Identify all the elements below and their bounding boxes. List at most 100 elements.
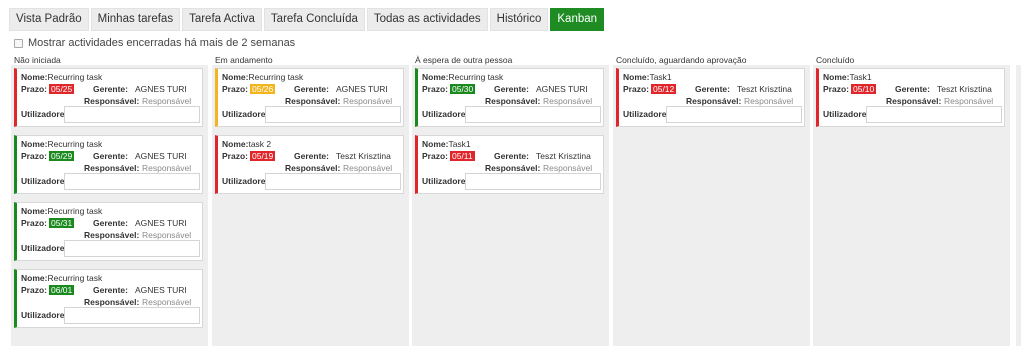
task-name-label: Nome: — [222, 72, 249, 82]
task-name-label: Nome: — [823, 72, 850, 82]
task-deadline-row: Prazo: 05/19 — [222, 151, 276, 161]
tab-kanban[interactable]: Kanban — [550, 8, 605, 31]
task-users-field[interactable] — [465, 173, 601, 190]
task-responsible: Responsável — [944, 96, 994, 106]
task-name-label: Nome: — [21, 273, 48, 283]
tab-historico[interactable]: Histórico — [489, 8, 549, 31]
task-deadline-label: Prazo: — [823, 84, 849, 94]
task-card[interactable]: Nome:task 2 Prazo: 05/19 Gerente: Teszt Kris… — [215, 135, 404, 194]
tab-tarefa-concluida[interactable]: Tarefa Concluída — [263, 8, 365, 31]
task-manager-label: Gerente: — [695, 84, 730, 94]
task-users-field[interactable] — [265, 173, 401, 190]
task-manager-label: Gerente: — [294, 84, 329, 94]
task-name[interactable]: Recurring task — [248, 72, 303, 82]
task-card[interactable]: Nome:Task1 Prazo: 05/12 Gerente: Teszt Krisz… — [616, 68, 805, 127]
task-users-field[interactable] — [64, 307, 200, 324]
task-deadline-row: Prazo: 05/10 — [823, 84, 877, 94]
task-users-field[interactable] — [465, 106, 601, 123]
task-card[interactable]: Nome:Task1 Prazo: 05/10 Gerente: Teszt Krisz… — [816, 68, 1005, 127]
task-deadline-row: Prazo: 05/29 — [21, 151, 75, 161]
view-tabs: Vista Padrão Minhas tarefas Tarefa Activ… — [9, 8, 605, 31]
task-users-field[interactable] — [64, 240, 200, 257]
task-manager-label: Gerente: — [494, 84, 529, 94]
task-name-label: Nome: — [222, 139, 249, 149]
task-card[interactable]: Nome:Recurring task Prazo: 05/30 Gerente: AG… — [415, 68, 604, 127]
column-title-a-espera: À espera de outra pessoa — [415, 55, 513, 65]
task-manager: AGNES TURI — [536, 84, 588, 94]
task-name-row: Nome:Task1 — [422, 139, 471, 149]
show-closed-filter[interactable]: Mostrar actividades encerradas há mais d… — [14, 37, 295, 49]
task-manager: Teszt Krisztina — [336, 151, 391, 161]
task-deadline-badge: 05/11 — [449, 151, 475, 161]
task-name[interactable]: task 2 — [248, 139, 271, 149]
task-deadline-badge: 05/25 — [48, 84, 75, 94]
task-card[interactable]: Nome:Task1 Prazo: 05/11 Gerente: Teszt Krisz… — [415, 135, 604, 194]
task-deadline-badge: 05/19 — [249, 151, 276, 161]
task-manager-label: Gerente: — [93, 218, 128, 228]
task-manager: Teszt Krisztina — [937, 84, 992, 94]
task-name-row: Nome:Recurring task — [21, 273, 102, 283]
task-users-field[interactable] — [666, 106, 802, 123]
task-manager: AGNES TURI — [135, 151, 187, 161]
task-name-label: Nome: — [422, 72, 449, 82]
task-deadline-row: Prazo: 05/11 — [422, 151, 475, 161]
task-manager-label: Gerente: — [294, 151, 329, 161]
task-name-label: Nome: — [21, 139, 48, 149]
task-deadline-row: Prazo: 05/25 — [21, 84, 75, 94]
task-manager: AGNES TURI — [135, 84, 187, 94]
task-responsible-label: Responsável: — [485, 163, 541, 173]
task-deadline-label: Prazo: — [623, 84, 649, 94]
task-users-field[interactable] — [64, 106, 200, 123]
task-deadline-label: Prazo: — [422, 151, 448, 161]
task-name[interactable]: Task1 — [649, 72, 671, 82]
kanban-column-nao-iniciada: Nome:Recurring task Prazo: 05/25 Gerente: AG… — [11, 65, 208, 346]
task-responsible: Responsável — [142, 230, 192, 240]
task-name[interactable]: Task1 — [448, 139, 470, 149]
task-users-field[interactable] — [64, 173, 200, 190]
task-deadline-row: Prazo: 05/26 — [222, 84, 276, 94]
task-card[interactable]: Nome:Recurring task Prazo: 05/25 Gerente: AG… — [14, 68, 203, 127]
task-card[interactable]: Nome:Recurring task Prazo: 06/01 Gerente: AG… — [14, 269, 203, 328]
task-responsible-label: Responsável: — [285, 163, 341, 173]
kanban-column-concluido: Nome:Task1 Prazo: 05/10 Gerente: Teszt Krisz… — [813, 65, 1010, 346]
task-responsible: Responsável — [543, 163, 593, 173]
task-card[interactable]: Nome:Recurring task Prazo: 05/26 Gerente: AG… — [215, 68, 404, 127]
task-deadline-label: Prazo: — [422, 84, 448, 94]
task-responsible-label: Responsável: — [686, 96, 742, 106]
task-name[interactable]: Recurring task — [47, 206, 102, 216]
task-responsible-label: Responsável: — [285, 96, 341, 106]
task-manager: AGNES TURI — [135, 285, 187, 295]
task-name[interactable]: Recurring task — [47, 139, 102, 149]
tab-vista-padrao[interactable]: Vista Padrão — [9, 8, 89, 31]
tab-todas-actividades[interactable]: Todas as actividades — [366, 8, 488, 31]
task-responsible-label: Responsável: — [84, 96, 140, 106]
kanban-column-a-espera: Nome:Recurring task Prazo: 05/30 Gerente: AG… — [412, 65, 609, 346]
task-card[interactable]: Nome:Recurring task Prazo: 05/29 Gerente: AG… — [14, 135, 203, 194]
task-name-label: Nome: — [21, 206, 48, 216]
task-users-field[interactable] — [265, 106, 401, 123]
task-responsible: Responsável — [744, 96, 794, 106]
task-name-row: Nome:Recurring task — [422, 72, 503, 82]
task-deadline-row: Prazo: 06/01 — [21, 285, 75, 295]
task-users-field[interactable] — [866, 106, 1002, 123]
task-responsible: Responsável — [142, 163, 192, 173]
task-name-label: Nome: — [623, 72, 650, 82]
tab-tarefa-activa[interactable]: Tarefa Activa — [182, 8, 262, 31]
show-closed-checkbox[interactable] — [14, 38, 23, 48]
task-name[interactable]: Task1 — [849, 72, 871, 82]
task-name[interactable]: Recurring task — [448, 72, 503, 82]
task-deadline-label: Prazo: — [21, 84, 47, 94]
task-card[interactable]: Nome:Recurring task Prazo: 05/31 Gerente: AG… — [14, 202, 203, 261]
task-responsible-label: Responsável: — [84, 163, 140, 173]
task-deadline-badge: 05/10 — [850, 84, 877, 94]
task-name-row: Nome:task 2 — [222, 139, 271, 149]
task-responsible-label: Responsável: — [84, 230, 140, 240]
task-manager: Teszt Krisztina — [737, 84, 792, 94]
task-name-row: Nome:Task1 — [823, 72, 872, 82]
task-manager: Teszt Krisztina — [536, 151, 591, 161]
task-deadline-badge: 05/26 — [249, 84, 276, 94]
task-name[interactable]: Recurring task — [47, 273, 102, 283]
kanban-column-em-andamento: Nome:Recurring task Prazo: 05/26 Gerente: AG… — [212, 65, 409, 346]
tab-minhas-tarefas[interactable]: Minhas tarefas — [90, 8, 181, 31]
task-name[interactable]: Recurring task — [47, 72, 102, 82]
